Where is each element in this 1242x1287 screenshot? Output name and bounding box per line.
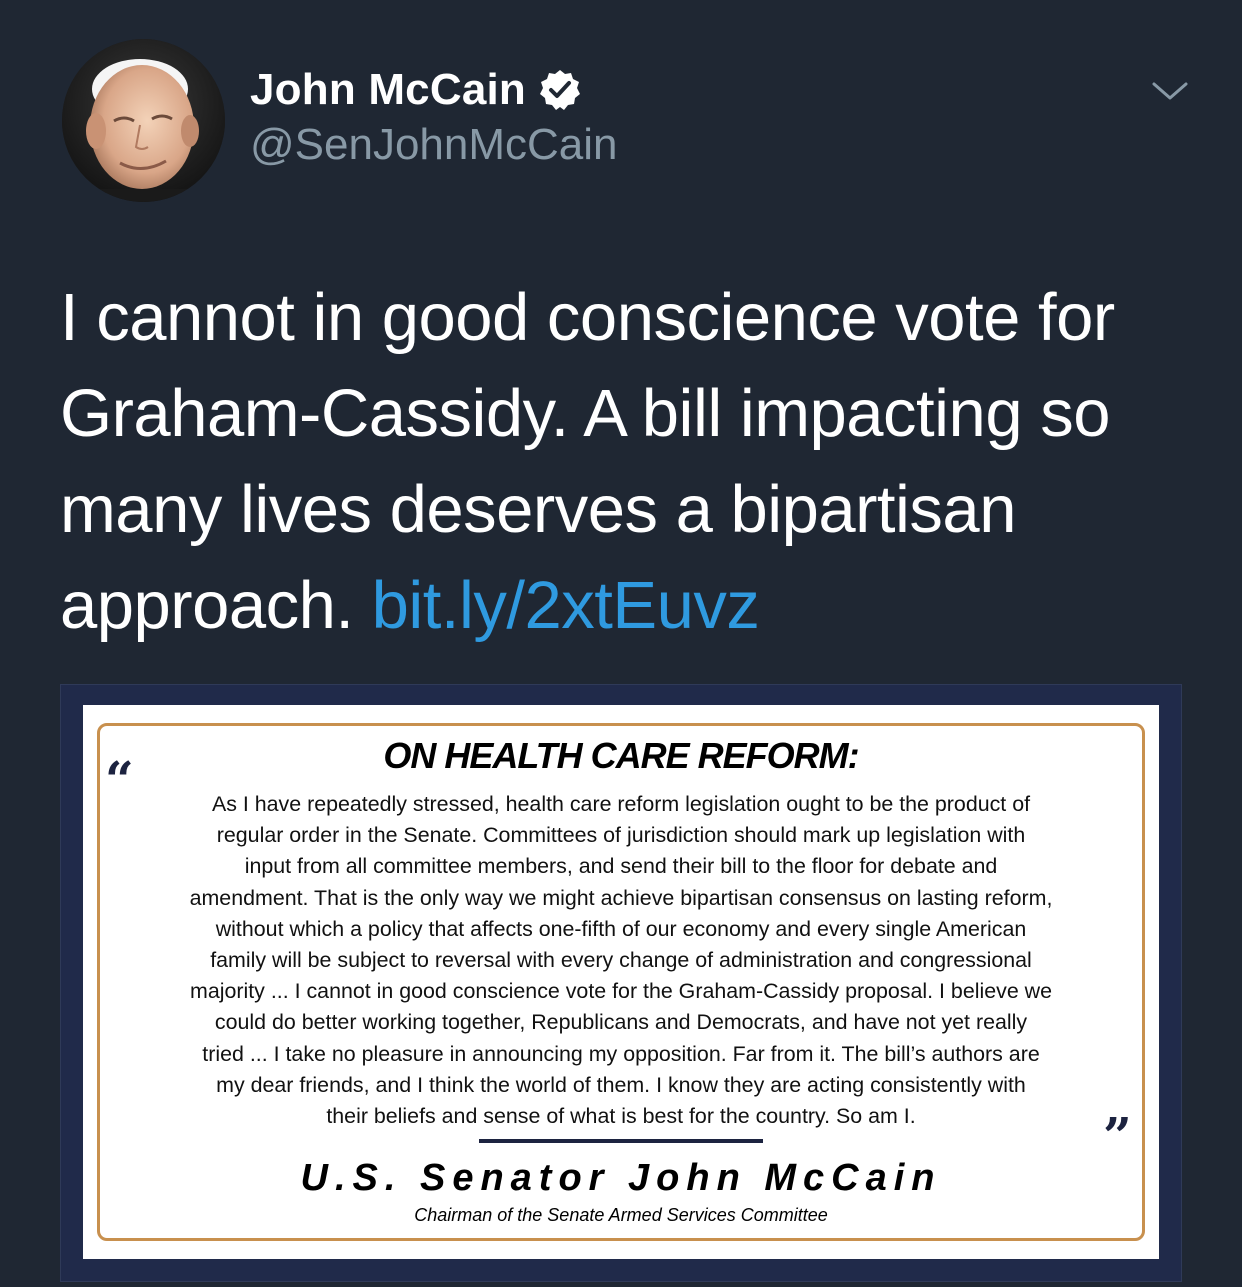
chevron-down-icon[interactable] bbox=[1148, 76, 1192, 106]
tweet-link[interactable]: bit.ly/2xtEuvz bbox=[372, 568, 760, 643]
tweet-text-line: I cannot in good conscience vote for bbox=[60, 280, 1115, 355]
statement-line: majority ... I cannot in good conscience… bbox=[190, 979, 1052, 1004]
statement-line: input from all committee members, and se… bbox=[244, 854, 998, 879]
tweet-text-line: approach. bbox=[60, 568, 354, 643]
user-handle[interactable]: @SenJohnMcCain bbox=[250, 120, 618, 170]
verified-badge-icon bbox=[538, 68, 582, 112]
statement-line: family will be subject to reversal with … bbox=[210, 948, 1032, 973]
avatar-portrait bbox=[62, 39, 225, 202]
user-name[interactable]: John McCain bbox=[250, 65, 526, 115]
tweet: John McCain @SenJohnMcCain I cannot in g… bbox=[0, 0, 1242, 1287]
media-card[interactable]: ON HEALTH CARE REFORM: “ As I have repea… bbox=[60, 684, 1182, 1282]
tweet-text-line: many lives deserves a bipartisan bbox=[60, 472, 1016, 547]
statement-body: As I have repeatedly stressed, health ca… bbox=[113, 789, 1129, 1132]
statement-line: their beliefs and sense of what is best … bbox=[326, 1104, 916, 1129]
signature-title: Chairman of the Senate Armed Services Co… bbox=[414, 1205, 828, 1225]
tweet-text: I cannot in good conscience vote for Gra… bbox=[60, 270, 1190, 654]
close-quote-mark: ” bbox=[1103, 1106, 1132, 1165]
tweet-text-last-line: approach. bit.ly/2xtEuvz bbox=[60, 558, 1190, 654]
statement-line: could do better working together, Republ… bbox=[214, 1010, 1028, 1035]
signature-divider bbox=[479, 1139, 763, 1143]
avatar[interactable] bbox=[62, 39, 225, 202]
statement-line: without which a policy that affects one-… bbox=[215, 916, 1027, 941]
statement-line: my dear friends, and I think the world o… bbox=[216, 1072, 1026, 1097]
tweet-text-line: Graham-Cassidy. A bill impacting so bbox=[60, 376, 1110, 451]
statement-line: tried ... I take no pleasure in announci… bbox=[202, 1041, 1040, 1066]
statement-line: regular order in the Senate. Committees … bbox=[216, 823, 1026, 848]
statement-line: As I have repeatedly stressed, health ca… bbox=[211, 792, 1031, 816]
statement-line: amendment. That is the only way we might… bbox=[189, 885, 1053, 910]
user-name-row[interactable]: John McCain bbox=[250, 62, 582, 118]
signature: U.S. Senator John McCain bbox=[300, 1157, 942, 1199]
statement-title: ON HEALTH CARE REFORM: bbox=[383, 735, 859, 776]
media-image: ON HEALTH CARE REFORM: “ As I have repea… bbox=[83, 705, 1159, 1259]
